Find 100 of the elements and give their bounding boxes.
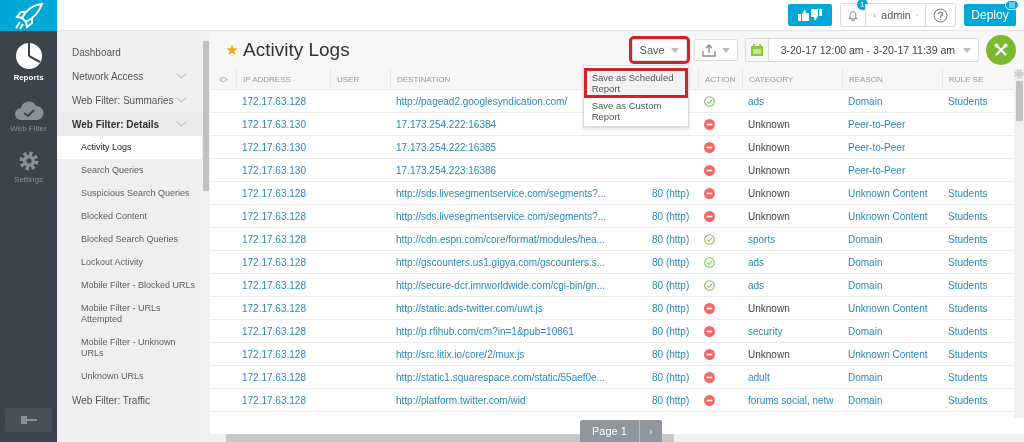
destination-link[interactable]: http://sds.livesegmentservice.com/segments?... <box>396 210 607 222</box>
destination-link[interactable]: 17.173.254.223:16386 <box>396 164 497 176</box>
category-text[interactable]: forums social, netw <box>748 394 834 406</box>
rule-set-link[interactable]: Students <box>948 371 988 383</box>
destination-link[interactable]: http://pagead2.googlesyndication.com/ <box>396 95 568 107</box>
star-icon[interactable] <box>226 44 238 56</box>
category-text[interactable]: ads <box>748 256 765 268</box>
scrollbar-thumb[interactable] <box>1015 81 1023 121</box>
column-header[interactable]: ACTION <box>705 74 736 84</box>
ip-address-link[interactable]: 172.17.63.128 <box>242 279 306 291</box>
ip-address-link[interactable]: 172.17.63.128 <box>242 210 306 222</box>
port-link[interactable]: 80 (http) <box>652 325 690 337</box>
column-header[interactable]: IP ADDRESS <box>243 74 291 84</box>
help-button[interactable] <box>925 4 955 26</box>
scrollbar-thumb[interactable] <box>203 41 209 191</box>
reason-link[interactable]: Unknown Content <box>848 348 928 360</box>
destination-link[interactable]: 17.173.254.222:16385 <box>396 141 497 153</box>
port-link[interactable]: 80 (http) <box>652 187 690 199</box>
menu-item[interactable]: Save as Custom Report <box>583 98 688 124</box>
sidebar-item[interactable]: Network Access <box>57 64 202 88</box>
menu-item[interactable]: Save as Scheduled Report <box>583 68 688 98</box>
port-link[interactable]: 80 (http) <box>652 394 690 406</box>
feedback-button[interactable] <box>788 4 832 26</box>
reason-link[interactable]: Peer-to-Peer <box>848 118 906 130</box>
reason-link[interactable]: Unknown Content <box>848 210 928 222</box>
column-header[interactable]: CATEGORY <box>749 74 794 84</box>
column-header[interactable]: DESTINATION <box>397 74 451 84</box>
category-text[interactable]: adult <box>748 371 770 383</box>
rule-set-link[interactable]: Students <box>948 187 988 199</box>
reason-link[interactable]: Domain <box>848 325 883 337</box>
ip-address-link[interactable]: 172.17.63.128 <box>242 348 306 360</box>
destination-link[interactable]: http://sds.livesegmentservice.com/segments?... <box>396 187 607 199</box>
category-text[interactable]: ads <box>748 279 765 291</box>
destination-link[interactable]: http://src.litix.io/core/2/mux.js <box>396 348 525 360</box>
port-link[interactable]: 80 (http) <box>652 256 690 268</box>
ip-address-link[interactable]: 172.17.63.128 <box>242 95 306 107</box>
rule-set-link[interactable]: Students <box>948 302 988 314</box>
reason-link[interactable]: Unknown Content <box>848 187 928 199</box>
reason-link[interactable]: Domain <box>848 233 883 245</box>
rule-set-link[interactable]: Students <box>948 233 988 245</box>
sidebar-subitem[interactable]: Activity Logs <box>57 136 202 159</box>
ip-address-link[interactable]: 172.17.63.130 <box>242 141 306 153</box>
port-link[interactable]: 80 (http) <box>652 371 690 383</box>
key-button[interactable] <box>5 408 52 432</box>
ip-address-link[interactable]: 172.17.63.128 <box>242 256 306 268</box>
ip-address-link[interactable]: 172.17.63.128 <box>242 302 306 314</box>
rule-set-link[interactable]: Students <box>948 394 988 406</box>
reason-link[interactable]: Peer-to-Peer <box>848 164 906 176</box>
reason-link[interactable]: Unknown Content <box>848 302 928 314</box>
eye-icon[interactable] <box>217 75 229 83</box>
destination-link[interactable]: http://secure-dcr.imrworldwide.com/cgi-bin/gn... <box>396 279 605 291</box>
destination-link[interactable]: 17.173.254.222:16384 <box>396 118 497 130</box>
port-link[interactable]: 80 (http) <box>652 233 690 245</box>
gear-icon[interactable] <box>1014 69 1024 79</box>
reason-link[interactable]: Domain <box>848 279 883 291</box>
tools-button[interactable] <box>986 35 1016 65</box>
ip-address-link[interactable]: 172.17.63.128 <box>242 325 306 337</box>
destination-link[interactable]: http://static1.squarespace.com/static/55aef0e... <box>396 371 605 383</box>
ip-address-link[interactable]: 172.17.63.128 <box>242 371 306 383</box>
rule-set-link[interactable]: Students <box>948 256 988 268</box>
category-text[interactable]: security <box>748 325 783 337</box>
page-button[interactable]: Page 1 <box>580 420 639 442</box>
ip-address-link[interactable]: 172.17.63.130 <box>242 118 306 130</box>
ip-address-link[interactable]: 172.17.63.128 <box>242 394 306 406</box>
date-range-picker[interactable]: 3-20-17 12:00 am - 3-20-17 11:39 am <box>744 38 979 62</box>
reason-link[interactable]: Peer-to-Peer <box>848 141 906 153</box>
rule-set-link[interactable]: Students <box>948 325 988 337</box>
rule-set-link[interactable]: Students <box>948 95 988 107</box>
destination-link[interactable]: http://static.ads-twitter.com/uwt.js <box>396 302 543 314</box>
ip-address-link[interactable]: 172.17.63.128 <box>242 233 306 245</box>
destination-link[interactable]: http://platform.twitter.com/wid <box>396 394 526 406</box>
ip-address-link[interactable]: 172.17.63.128 <box>242 187 306 199</box>
column-header[interactable]: USER <box>337 74 360 84</box>
rule-set-link[interactable]: Students <box>948 210 988 222</box>
category-text[interactable]: ads <box>748 95 765 107</box>
rail-nav-item[interactable]: Web Filter <box>0 88 57 139</box>
save-button[interactable]: Save <box>631 39 687 61</box>
sidebar-item[interactable]: Web Filter: Traffic <box>57 388 202 412</box>
port-link[interactable]: 80 (http) <box>652 210 690 222</box>
category-text[interactable]: sports <box>748 233 776 245</box>
rule-set-link[interactable]: Students <box>948 279 988 291</box>
column-header[interactable]: RULE SE <box>949 74 984 84</box>
port-link[interactable]: 80 (http) <box>652 348 690 360</box>
port-link[interactable]: 80 (http) <box>652 302 690 314</box>
logo-tile[interactable] <box>0 0 57 31</box>
reason-link[interactable]: Domain <box>848 95 883 107</box>
rule-set-link[interactable]: Students <box>948 348 988 360</box>
destination-link[interactable]: http://p.rfihub.com/cm?in=1&pub=10861 <box>396 325 574 337</box>
reason-link[interactable]: Domain <box>848 371 883 383</box>
reason-link[interactable]: Domain <box>848 256 883 268</box>
column-header[interactable]: REASON <box>849 74 883 84</box>
sidebar-item[interactable]: Web Filter: Details <box>57 112 202 136</box>
rail-nav-item[interactable]: Reports <box>0 31 57 88</box>
destination-link[interactable]: http://gscounters.us1.gigya.com/gscounters.s... <box>396 256 605 268</box>
ip-address-link[interactable]: 172.17.63.130 <box>242 164 306 176</box>
sidebar-item[interactable]: Dashboard <box>57 40 202 64</box>
rail-nav-item[interactable]: Settings <box>0 139 57 190</box>
destination-link[interactable]: http://cdn.espn.com/core/format/modules/hea... <box>396 233 605 245</box>
reason-link[interactable]: Domain <box>848 394 883 406</box>
next-page-button[interactable]: › <box>638 420 662 442</box>
